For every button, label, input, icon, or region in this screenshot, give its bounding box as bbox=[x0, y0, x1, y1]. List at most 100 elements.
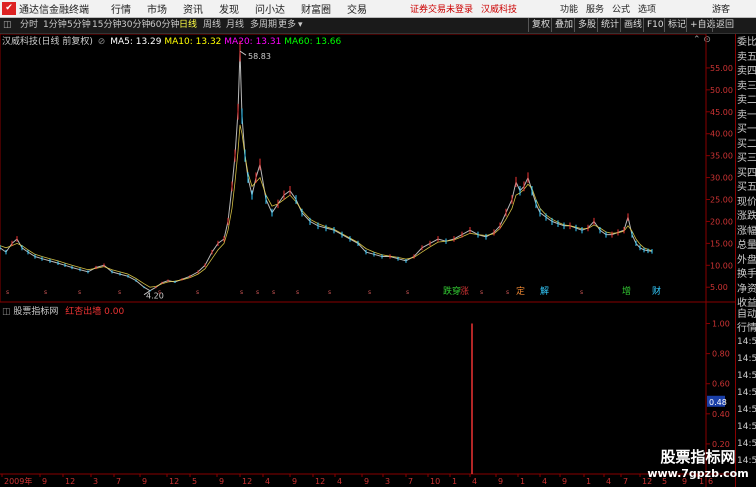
event-marker[interactable]: 涨 bbox=[460, 286, 469, 297]
tick-time: 14:5 bbox=[737, 354, 756, 364]
period-weekly[interactable]: 周线 bbox=[203, 19, 221, 32]
xtick-label: 5 bbox=[192, 477, 197, 486]
split-marker[interactable]: s bbox=[78, 289, 81, 296]
split-marker[interactable]: s bbox=[296, 289, 299, 296]
xtick-label: 4 bbox=[337, 477, 342, 486]
draw-line-button[interactable]: 画线 bbox=[620, 18, 645, 32]
xtick-label: 3 bbox=[93, 477, 98, 486]
xtick-label: 9 bbox=[42, 477, 47, 486]
adjust-button[interactable]: 复权 bbox=[528, 18, 553, 32]
max-pointer bbox=[239, 50, 247, 56]
period-1min[interactable]: 1分钟 bbox=[43, 19, 67, 32]
chart-area[interactable]: 5.0010.0015.0020.0025.0030.0035.0040.004… bbox=[0, 34, 735, 487]
quote-side-panel: 委比 卖五 卖四 卖三 卖二 卖一 买一 买二 买三 买四 买五 现价 涨跌 涨幅 总量 外盘 换手 净资 收益 自动… bbox=[735, 34, 756, 487]
statistics-button[interactable]: 统计 bbox=[597, 18, 622, 32]
split-marker[interactable]: s bbox=[368, 289, 371, 296]
split-marker[interactable]: s bbox=[196, 289, 199, 296]
watermark-logo: 股票指标网 www.7gpzb.com bbox=[647, 448, 749, 480]
xtick-label: 12 bbox=[169, 477, 179, 486]
split-marker[interactable]: s bbox=[406, 289, 409, 296]
menu-service[interactable]: 服务 bbox=[586, 2, 604, 15]
period-monthly[interactable]: 月线 bbox=[226, 19, 244, 32]
event-marker[interactable]: 财 bbox=[652, 285, 661, 297]
split-marker[interactable]: s bbox=[328, 289, 331, 296]
split-marker[interactable]: s bbox=[118, 289, 121, 296]
side-panel-label[interactable]: 自动 bbox=[737, 308, 756, 321]
ytick-label: 50.00 bbox=[710, 86, 733, 95]
split-marker[interactable]: s bbox=[480, 289, 483, 296]
split-marker[interactable]: s bbox=[580, 289, 583, 296]
split-marker[interactable]: s bbox=[256, 289, 259, 296]
side-panel-label: 买二 bbox=[737, 138, 756, 150]
period-5min[interactable]: 5分钟 bbox=[67, 19, 91, 32]
xtick-label: 2009年 bbox=[4, 476, 32, 486]
multi-stock-button[interactable]: 多股 bbox=[574, 18, 599, 32]
menu-trade[interactable]: 交易 bbox=[347, 1, 367, 16]
app-logo-icon: ✔ bbox=[2, 2, 16, 15]
event-marker[interactable]: 定 bbox=[516, 285, 525, 297]
event-marker[interactable]: 增 bbox=[622, 285, 631, 297]
tick-time: 14:5 bbox=[737, 388, 756, 398]
event-marker[interactable]: 解 bbox=[540, 285, 549, 297]
xtick-label: 9 bbox=[142, 477, 147, 486]
xtick-label: 1 bbox=[520, 477, 525, 486]
sidebar-toggle-icon[interactable]: ◫ bbox=[3, 19, 12, 32]
login-notice[interactable]: 证券交易未登录 bbox=[410, 2, 473, 15]
ytick-label: 30.00 bbox=[710, 174, 733, 183]
period-toolbar: ◫ 分时 1分钟 5分钟 15分钟 30分钟 60分钟 日线 周线 月线 多周期… bbox=[0, 18, 756, 34]
xtick-label: 12 bbox=[242, 477, 252, 486]
period-daily[interactable]: 日线 bbox=[179, 19, 197, 32]
overlay-button[interactable]: 叠加 bbox=[551, 18, 576, 32]
menu-options[interactable]: 选项 bbox=[638, 2, 656, 15]
stock-link[interactable]: 汉威科技 bbox=[481, 2, 517, 15]
side-panel-label: 现价 bbox=[737, 196, 756, 208]
period-multi[interactable]: 多周期 bbox=[250, 19, 277, 32]
event-marker[interactable]: 跌穿 bbox=[443, 285, 461, 297]
period-timeshare[interactable]: 分时 bbox=[20, 19, 38, 32]
split-marker[interactable]: s bbox=[506, 289, 509, 296]
menu-market-quotes[interactable]: 行情 bbox=[111, 1, 131, 16]
menu-formula[interactable]: 公式 bbox=[612, 2, 630, 15]
indicator-formula-name[interactable]: 红杏出墙 bbox=[65, 307, 101, 317]
tick-time: 14:5 bbox=[737, 405, 756, 415]
xtick-label: 9 bbox=[562, 477, 567, 486]
min-price-label: 4.20 bbox=[146, 292, 164, 301]
xtick-label: 7 bbox=[623, 477, 628, 486]
back-button[interactable]: 返回 bbox=[712, 18, 737, 32]
indicator-title-line: ◫ 股票指标网 红杏出墙 0.00 bbox=[2, 304, 124, 317]
xtick-label: 3 bbox=[385, 477, 390, 486]
period-60min[interactable]: 60分钟 bbox=[150, 19, 179, 32]
menu-wealth[interactable]: 财富圈 bbox=[301, 1, 331, 16]
xtick-label: 1 bbox=[586, 477, 591, 486]
ytick-label: 20.00 bbox=[710, 217, 733, 226]
menu-functions[interactable]: 功能 bbox=[560, 2, 578, 15]
period-30min[interactable]: 30分钟 bbox=[121, 19, 150, 32]
split-marker[interactable]: s bbox=[44, 289, 47, 296]
user-guest[interactable]: 游客 bbox=[712, 2, 730, 15]
side-panel-label[interactable]: 行情 bbox=[737, 322, 756, 335]
more-dropdown-icon[interactable]: ▾ bbox=[298, 19, 303, 32]
main-chart-frame bbox=[0, 34, 707, 303]
split-marker[interactable]: s bbox=[272, 289, 275, 296]
side-panel-label: 卖二 bbox=[737, 95, 756, 106]
menu-ask[interactable]: 问小达 bbox=[255, 1, 285, 16]
side-panel-label: 卖一 bbox=[737, 109, 756, 121]
side-panel-label: 买一 bbox=[737, 124, 756, 135]
period-15min[interactable]: 15分钟 bbox=[92, 19, 121, 32]
side-panel-label: 涨跌 bbox=[737, 211, 756, 222]
split-marker[interactable]: s bbox=[158, 289, 161, 296]
menu-market[interactable]: 市场 bbox=[147, 1, 167, 16]
xtick-label: 7 bbox=[116, 477, 121, 486]
ytick-label: 40.00 bbox=[710, 130, 733, 139]
ytick-label: 45.00 bbox=[710, 108, 733, 117]
split-marker[interactable]: s bbox=[240, 289, 243, 296]
indicator-toggle-icon[interactable]: ◫ bbox=[2, 307, 11, 317]
menu-discover[interactable]: 发现 bbox=[219, 1, 239, 16]
split-marker[interactable]: s bbox=[6, 289, 9, 296]
menu-news[interactable]: 资讯 bbox=[183, 1, 203, 16]
series-price[interactable] bbox=[0, 51, 653, 292]
side-panel-label: 涨幅 bbox=[737, 225, 756, 237]
series-MA[interactable] bbox=[0, 124, 653, 288]
period-more[interactable]: 更多 bbox=[278, 19, 296, 32]
ytick-label: 10.00 bbox=[710, 261, 733, 270]
